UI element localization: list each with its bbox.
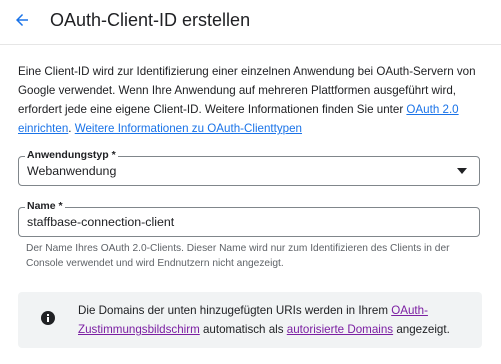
- description: Eine Client-ID wird zur Identifizierung …: [18, 62, 484, 138]
- app-type-value: Webanwendung: [27, 164, 117, 178]
- page-header: OAuth-Client-ID erstellen: [0, 0, 501, 45]
- arrow-left-icon: [16, 14, 28, 26]
- name-label: Name *: [25, 200, 65, 213]
- app-type-label: Anwendungstyp *: [25, 149, 118, 162]
- info-text-part2: automatisch als: [199, 323, 287, 336]
- name-hint: Der Name Ihres OAuth 2.0-Clients. Dieser…: [26, 243, 450, 269]
- authorized-domains-link[interactable]: autorisierte Domains: [287, 323, 393, 336]
- back-button[interactable]: [10, 8, 34, 32]
- name-value: staffbase-connection-client: [27, 215, 175, 229]
- info-text-part1: Die Domains der unten hinzugefügten URIs…: [78, 304, 392, 317]
- info-text-part3: angezeigt.: [393, 323, 450, 336]
- info-text: Die Domains der unten hinzugefügten URIs…: [78, 301, 474, 339]
- info-circle-icon: [41, 311, 55, 325]
- name-input[interactable]: Name * staffbase-connection-client: [18, 200, 480, 237]
- info-box: Die Domains der unten hinzugefügten URIs…: [18, 292, 482, 348]
- client-types-link[interactable]: Weitere Informationen zu OAuth-Clienttyp…: [75, 122, 302, 135]
- caret-down-icon: [457, 168, 467, 174]
- app-type-select[interactable]: Anwendungstyp * Webanwendung: [18, 149, 480, 186]
- page-title: OAuth-Client-ID erstellen: [50, 10, 251, 30]
